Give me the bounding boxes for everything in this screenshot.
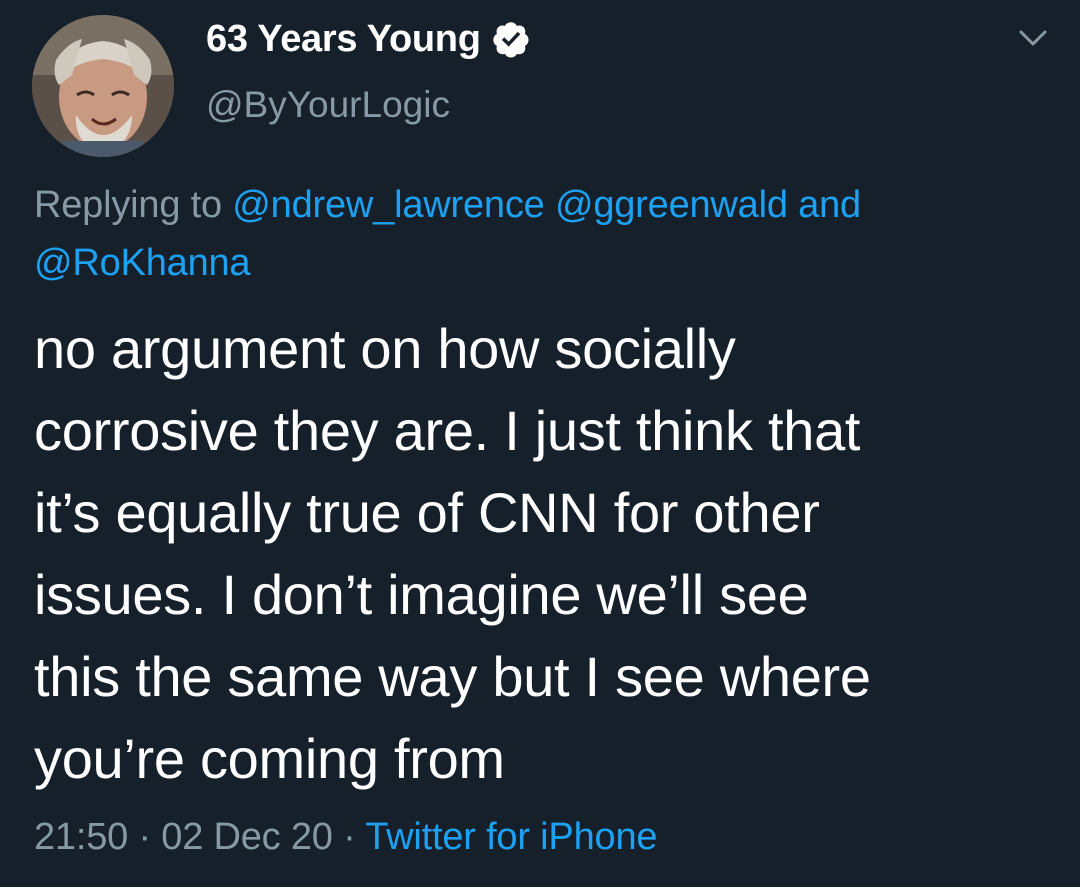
user-handle[interactable]: @ByYourLogic [206,84,450,126]
tweet-time[interactable]: 21:50 [34,816,128,858]
avatar-image [32,15,174,157]
display-name[interactable]: 63 Years Young [206,18,481,61]
verified-badge-icon [492,22,529,58]
tweet-text-line: no argument on how socially [34,317,736,380]
mention-link[interactable]: @ndrew_lawrence [232,184,544,226]
avatar[interactable] [32,15,174,157]
tweet-text-line: you’re coming from [34,727,505,790]
tweet-text: no argument on how socially corrosive th… [34,308,1054,800]
mentions-joiner[interactable]: and [798,184,861,226]
chevron-down-icon[interactable] [1018,26,1048,50]
tweet-text-line: this the same way but I see where [34,645,871,708]
tweet-source[interactable]: Twitter for iPhone [365,816,657,858]
tweet-text-line: it’s equally true of CNN for other [34,481,820,544]
mention-link[interactable]: @RoKhanna [34,242,251,284]
tweet-text-line: issues. I don’t imagine we’ll see [34,563,809,626]
tweet: 63 Years Young @ByYourLogic Replying to … [0,0,1080,887]
replying-prefix: Replying to [34,184,222,226]
name-row: 63 Years Young [206,14,531,64]
replying-to: Replying to @ndrew_lawrence @ggreenwald … [34,176,1044,292]
tweet-meta: 21:50 · 02 Dec 20 · Twitter for iPhone [34,816,658,859]
tweet-text-line: corrosive they are. I just think that [34,399,861,462]
tweet-date[interactable]: 02 Dec 20 [161,816,333,858]
meta-separator: · [343,816,356,858]
mention-link[interactable]: @ggreenwald [555,184,788,226]
meta-separator: · [138,816,151,858]
